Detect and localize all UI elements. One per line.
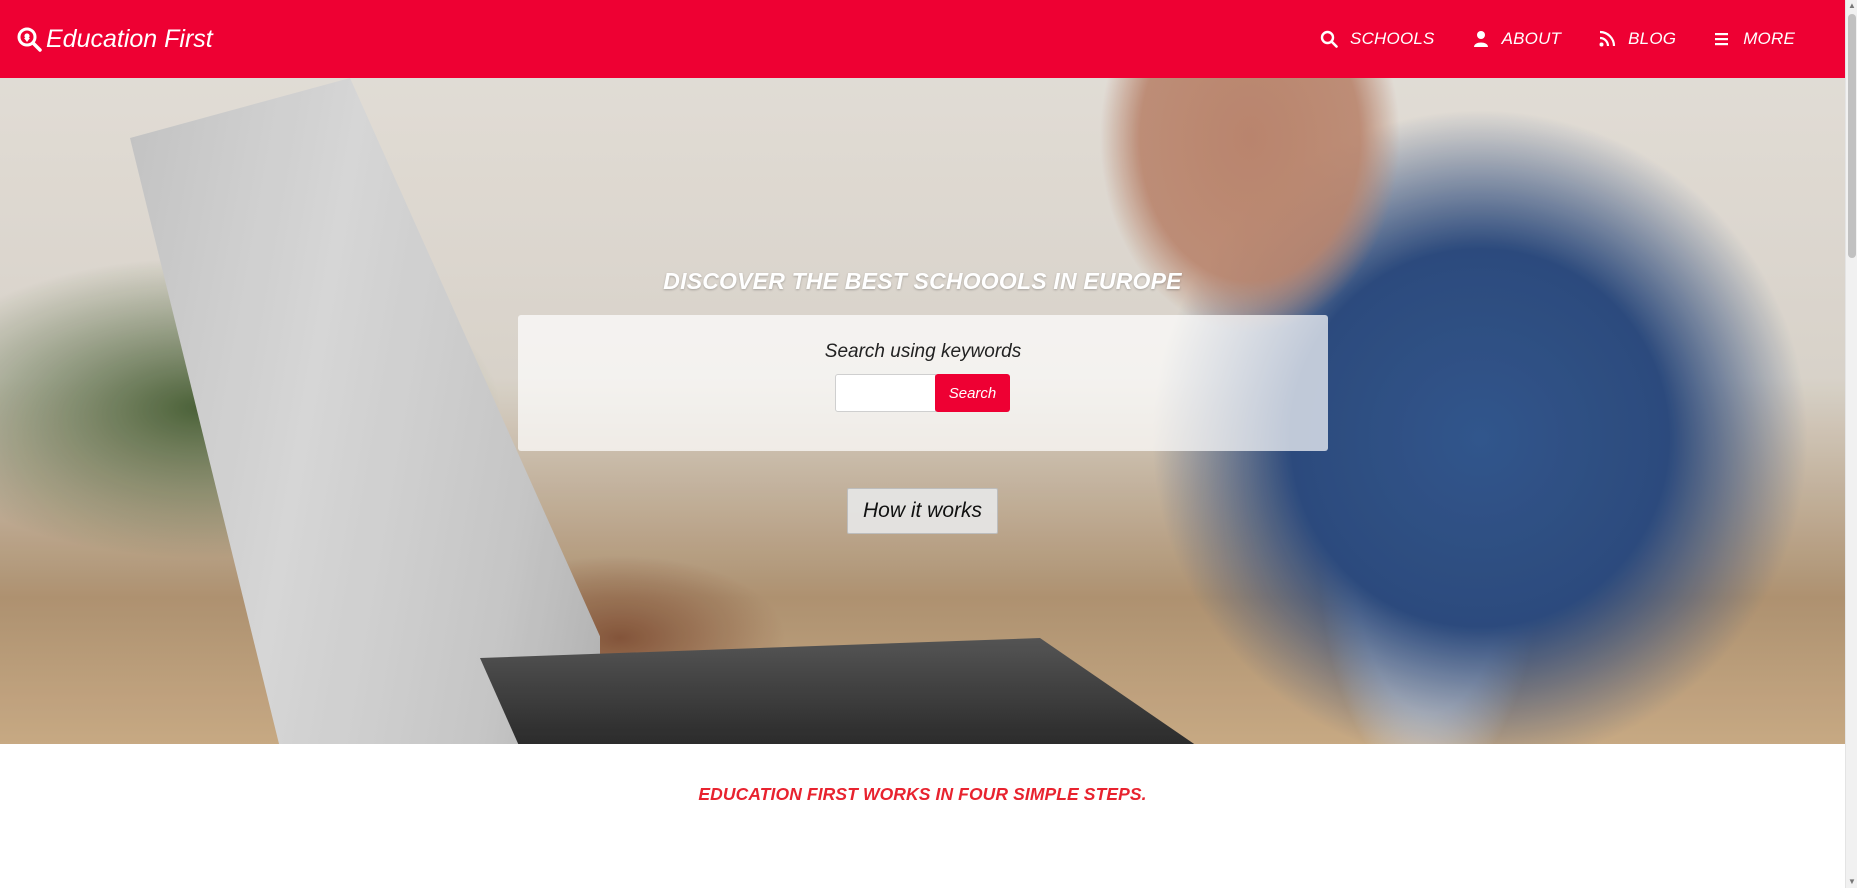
search-icon <box>1320 30 1338 48</box>
scroll-thumb[interactable] <box>1848 14 1856 258</box>
user-icon <box>1472 30 1490 48</box>
rss-icon <box>1598 30 1616 48</box>
nav-item-about[interactable]: ABOUT <box>1472 29 1562 49</box>
brand-link[interactable]: Education First <box>16 25 213 54</box>
nav-item-label: ABOUT <box>1501 29 1562 48</box>
search-label: Search using keywords <box>824 341 1022 362</box>
scroll-down-icon[interactable]: ▼ <box>1846 876 1857 888</box>
navbar: Education First SCHOOLS ABOUT BLOG MORE <box>0 0 1845 78</box>
nav-item-label: SCHOOLS <box>1350 29 1435 48</box>
search-location-icon <box>16 26 42 52</box>
main-nav: SCHOOLS ABOUT BLOG MORE <box>1283 29 1795 49</box>
nav-item-schools[interactable]: SCHOOLS <box>1320 29 1435 49</box>
hero-title: DISCOVER THE BEST SCHOOOLS IN EUROPE <box>663 268 1182 294</box>
menu-icon <box>1713 30 1731 48</box>
how-it-works-button[interactable]: How it works <box>847 488 998 534</box>
search-input[interactable] <box>835 374 936 412</box>
nav-item-label: MORE <box>1743 29 1795 48</box>
hero-banner: DISCOVER THE BEST SCHOOOLS IN EUROPE Sea… <box>0 78 1845 744</box>
brand-name: Education First <box>46 24 213 53</box>
search-form: Search <box>835 374 1010 412</box>
nav-item-more[interactable]: MORE <box>1713 29 1795 49</box>
nav-item-blog[interactable]: BLOG <box>1598 29 1676 49</box>
search-button[interactable]: Search <box>935 374 1010 412</box>
nav-item-label: BLOG <box>1628 29 1677 48</box>
search-panel: Search using keywords Search <box>518 315 1328 451</box>
page: Education First SCHOOLS ABOUT BLOG MORE … <box>0 0 1845 888</box>
steps-heading: EDUCATION FIRST WORKS IN FOUR SIMPLE STE… <box>698 784 1147 804</box>
scroll-up-icon[interactable]: ▲ <box>1846 0 1857 12</box>
vertical-scrollbar[interactable]: ▲ ▼ <box>1845 0 1857 888</box>
